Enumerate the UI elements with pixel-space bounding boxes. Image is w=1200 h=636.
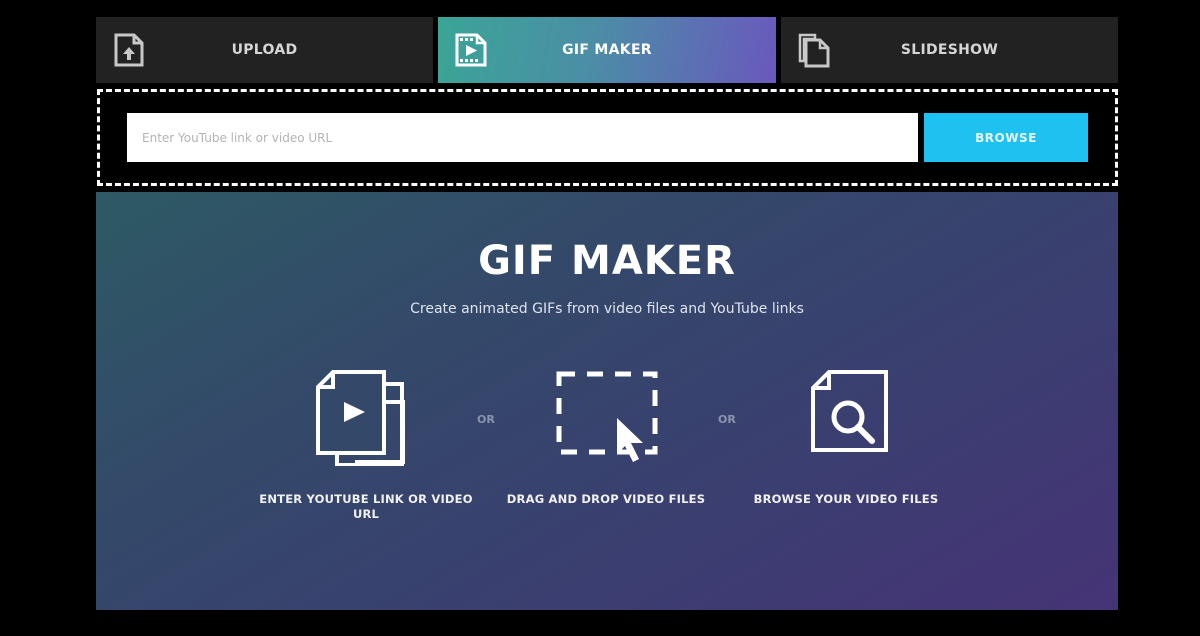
video-file-icon [455, 33, 487, 67]
or-separator: OR [718, 413, 736, 426]
option-drag-drop[interactable]: DRAG AND DROP VIDEO FILES [496, 370, 716, 507]
option-youtube-label: ENTER YOUTUBE LINK OR VIDEO URL [259, 492, 473, 521]
gif-maker-panel: GIF MAKER Create animated GIFs from vide… [96, 192, 1118, 610]
option-youtube-link[interactable]: ENTER YOUTUBE LINK OR VIDEO URL [256, 370, 476, 522]
tab-gif-maker[interactable]: GIF MAKER [438, 17, 776, 83]
option-browse-label: BROWSE YOUR VIDEO FILES [753, 492, 939, 506]
option-browse-files[interactable]: BROWSE YOUR VIDEO FILES [736, 370, 956, 507]
page-subtitle: Create animated GIFs from video files an… [410, 301, 804, 317]
or-separator: OR [477, 413, 495, 426]
file-upload-icon [114, 33, 144, 67]
video-files-icon [316, 370, 405, 466]
drag-drop-cursor-icon [556, 371, 658, 462]
option-drag-drop-label: DRAG AND DROP VIDEO FILES [506, 492, 706, 506]
copy-files-icon [798, 33, 830, 68]
page-title: GIF MAKER [478, 238, 736, 284]
url-input[interactable] [127, 113, 918, 162]
file-search-icon [811, 370, 888, 452]
browse-button[interactable]: BROWSE [924, 113, 1088, 162]
tab-upload[interactable]: UPLOAD [96, 17, 433, 83]
tab-slideshow[interactable]: SLIDESHOW [781, 17, 1118, 83]
